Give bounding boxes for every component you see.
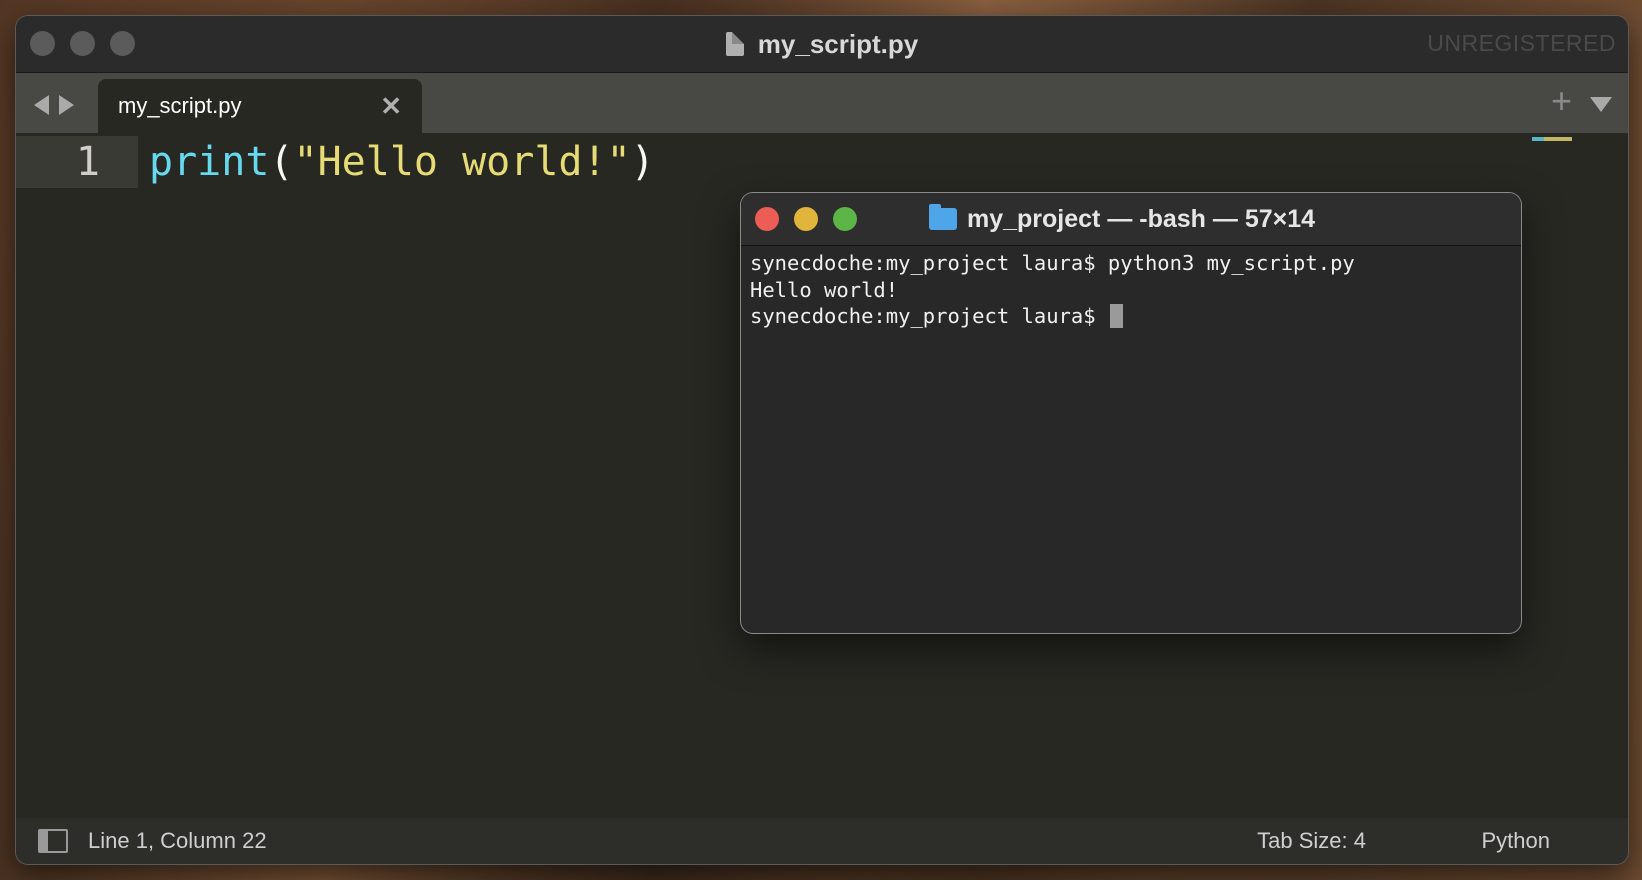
terminal-close-button[interactable] [755, 207, 779, 231]
cursor-position: Line 1, Column 22 [88, 828, 267, 853]
terminal-prompt: synecdoche:my_project laura$ [750, 304, 1108, 328]
terminal-title: my_project — -bash — 57×14 [929, 193, 1315, 245]
terminal-output[interactable]: synecdoche:my_project laura$ python3 my_… [741, 246, 1521, 334]
window-title: my_script.py [16, 16, 1628, 72]
tab-label: my_script.py [118, 93, 242, 118]
folder-icon [929, 204, 957, 230]
close-tab-icon[interactable]: ✕ [380, 91, 402, 122]
syntax-selector[interactable]: Python [1482, 828, 1551, 854]
token-open-paren: ( [269, 139, 294, 185]
tab-menu-chevron-icon[interactable] [1590, 97, 1612, 112]
terminal-window[interactable]: my_project — -bash — 57×14 synecdoche:my… [741, 193, 1521, 633]
line-number: 1 [75, 139, 100, 185]
minimap[interactable] [1532, 137, 1572, 141]
sidebar-toggle-icon[interactable] [38, 829, 68, 853]
terminal-title-text: my_project — -bash — 57×14 [967, 204, 1316, 233]
token-string: "Hello world!" [293, 139, 631, 185]
tab-bar: my_script.py ✕ + [16, 73, 1628, 133]
terminal-zoom-button[interactable] [833, 207, 857, 231]
previous-tab-icon[interactable] [34, 95, 49, 115]
editor-titlebar[interactable]: my_script.py UNREGISTERED [16, 16, 1628, 73]
next-tab-icon[interactable] [59, 95, 74, 115]
terminal-line: synecdoche:my_project laura$ python3 my_… [750, 251, 1355, 275]
terminal-prompt-line[interactable]: synecdoche:my_project laura$ [750, 303, 1512, 330]
unregistered-label: UNREGISTERED [1427, 30, 1616, 56]
tab-my-script[interactable]: my_script.py ✕ [98, 79, 422, 133]
window-title-text: my_script.py [757, 28, 919, 59]
terminal-cursor [1109, 304, 1123, 328]
tab-navigation [34, 95, 74, 115]
status-bar: Line 1, Column 22 Tab Size: 4 Python [16, 818, 1628, 864]
terminal-minimize-button[interactable] [794, 207, 818, 231]
token-builtin: print [149, 139, 270, 185]
terminal-line: Hello world! [750, 277, 899, 302]
token-close-paren: ) [630, 139, 655, 185]
code-line[interactable]: print("Hello world!") [149, 136, 655, 188]
tab-size-selector[interactable]: Tab Size: 4 [1257, 828, 1366, 854]
terminal-titlebar[interactable]: my_project — -bash — 57×14 [741, 193, 1521, 246]
new-tab-icon[interactable]: + [1551, 83, 1572, 119]
python-file-icon [725, 32, 744, 56]
